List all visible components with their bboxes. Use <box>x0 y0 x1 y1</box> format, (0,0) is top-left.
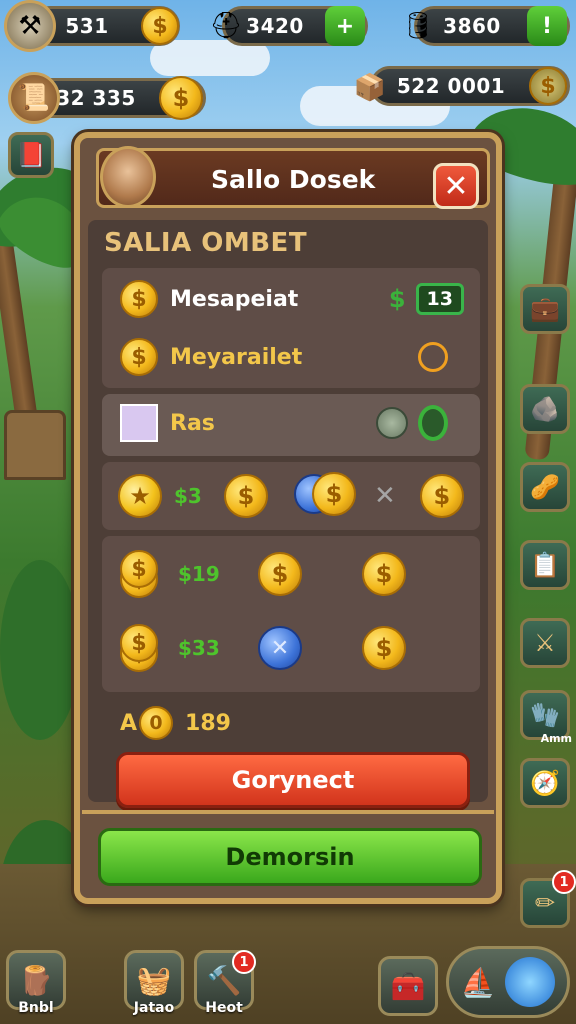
document-icon[interactable]: 📋 <box>520 540 570 590</box>
list-item[interactable]: $ Mesapeiat $ 13 <box>120 280 464 318</box>
stack-row-value: $19 <box>178 562 220 586</box>
seed-icon[interactable]: 🥜 <box>520 462 570 512</box>
row-label: Mesapeiat <box>170 286 299 312</box>
dialog-footer: Demorsin <box>82 810 494 896</box>
coin-icon: $ <box>362 552 406 596</box>
coin-row: ★ $3 $ $ ✕ $ <box>102 462 480 530</box>
resource-value: 522 0001 <box>396 74 506 98</box>
list-item[interactable]: Ras <box>120 404 464 442</box>
add-button[interactable]: + <box>325 6 365 46</box>
blue-coin-icon: ✕ <box>258 626 302 670</box>
coin-icon: $ <box>312 472 356 516</box>
stack-row-value: $33 <box>178 636 220 660</box>
portrait-icon <box>120 404 158 442</box>
row-label: Ras <box>170 410 215 436</box>
dock-item-world[interactable]: ⛵ <box>446 946 570 1018</box>
dialog-title: Sallo Dosek <box>211 165 376 194</box>
tools-icon: ⚒ <box>4 0 56 52</box>
close-icon: ✕ <box>374 481 396 511</box>
cart-icon: 🧺 <box>136 963 172 997</box>
barrel-icon: 🪵 <box>18 963 54 997</box>
dock-label: Bnbl <box>18 1000 54 1016</box>
confirm-button[interactable]: Demorsin <box>98 828 482 886</box>
map-icon: 📜 <box>8 72 60 124</box>
barrel-icon: 🛢 <box>401 11 435 41</box>
briefcase-icon[interactable]: 💼 <box>520 284 570 334</box>
star-coin-icon: ★ <box>118 474 162 518</box>
coin-icon: $ <box>258 552 302 596</box>
notification-badge: 1 <box>552 870 576 894</box>
list-item[interactable]: $ Meyarailet <box>120 338 464 376</box>
quest-icon[interactable]: ⚔ <box>520 618 570 668</box>
coin-icon[interactable]: $ <box>159 76 203 120</box>
row-label: Meyarailet <box>170 344 303 370</box>
notification-badge: 1 <box>232 950 256 974</box>
scroll-icon: 📦 <box>353 73 387 103</box>
primary-action-button[interactable]: Gorynect <box>116 752 470 808</box>
list-item: $ $ $19 $ $ <box>116 550 466 598</box>
total-row: A 0 189 <box>120 706 231 740</box>
emerald-icon <box>418 405 448 441</box>
book-icon[interactable]: 📕 <box>8 132 54 178</box>
coin-icon: $ <box>224 474 268 518</box>
gear-icon <box>376 407 408 439</box>
coin-stack-list: $ $ $19 $ $ $ $ $33 ✕ $ <box>102 536 480 692</box>
bush <box>0 560 80 740</box>
reward-list: $ Mesapeiat $ 13 $ Meyarailet <box>102 268 480 388</box>
coin-icon[interactable]: $ <box>529 67 567 105</box>
dock-label: Heot <box>205 1000 243 1016</box>
add-button[interactable]: ! <box>527 6 567 46</box>
resource-bar-5: 522 0001 $ <box>370 66 570 106</box>
mixed-coins-icon: $ <box>294 472 364 518</box>
coin-row-value: $3 <box>174 484 202 508</box>
count-badge: 13 <box>415 283 464 315</box>
coin-icon: $ <box>419 474 464 518</box>
avatar[interactable] <box>100 146 156 208</box>
ras-row: Ras <box>102 394 480 456</box>
dialog-subtitle: SALIA OMBET <box>104 228 308 258</box>
dock-item-inventory[interactable]: 🧰 <box>378 956 438 1016</box>
chest-icon: 🧰 <box>390 969 426 1003</box>
dialog-panel: Sallo Dosek ✕ SALIA OMBET $ Mesapeiat $ … <box>74 132 502 904</box>
cash-icon: $ <box>388 285 406 313</box>
boat-icon: ⛵ <box>460 965 496 999</box>
helmet-icon: ⛑ <box>209 11 243 41</box>
coin-icon: $ <box>120 338 158 376</box>
total-prefix: A <box>120 710 138 736</box>
coin-icon[interactable]: $ <box>141 7 179 45</box>
close-button[interactable]: ✕ <box>433 163 479 209</box>
list-item: ★ $3 $ $ ✕ $ <box>118 472 468 518</box>
hut <box>4 410 66 480</box>
side-menu-label: Amm <box>540 732 572 745</box>
coin-stack-icon: $ $ <box>116 624 164 672</box>
dock-label: Jatao <box>133 1000 175 1016</box>
coin-icon: $ <box>120 280 158 318</box>
compass-icon[interactable]: 🧭 <box>520 758 570 808</box>
ring-icon <box>418 342 448 372</box>
coin-icon: $ <box>362 626 406 670</box>
coin-stack-icon: $ $ <box>116 550 164 598</box>
total-value: 189 <box>185 710 231 736</box>
rock-icon[interactable]: 🪨 <box>520 384 570 434</box>
list-item: $ $ $33 ✕ $ <box>116 624 466 672</box>
coin-icon: 0 <box>139 706 174 740</box>
globe-icon <box>505 957 556 1007</box>
